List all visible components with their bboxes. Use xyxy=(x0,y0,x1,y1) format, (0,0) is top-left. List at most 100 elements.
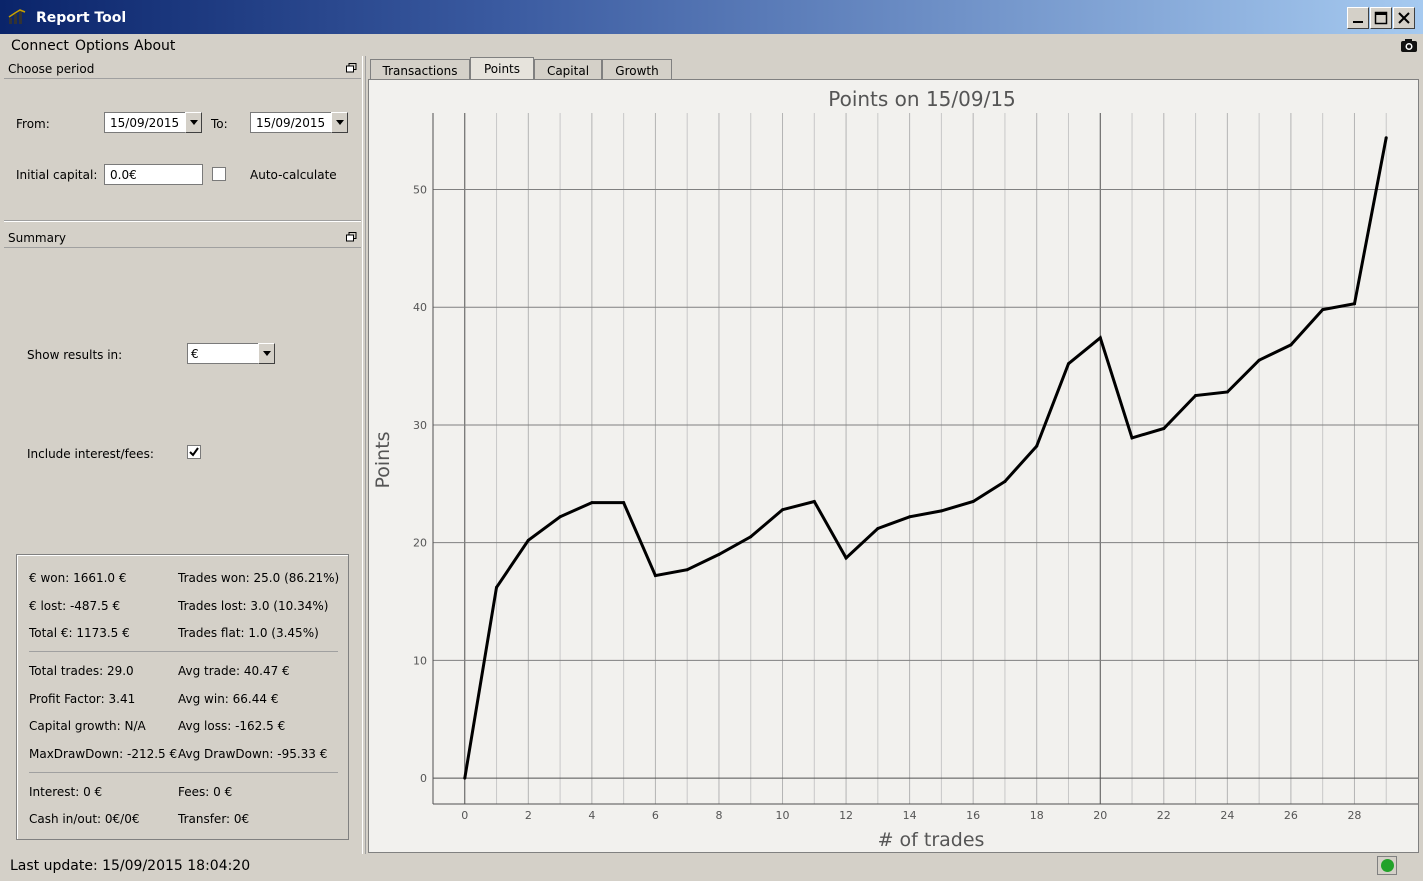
stat-transfer: Transfer: 0€ xyxy=(178,812,250,826)
maximize-button[interactable] xyxy=(1370,7,1392,29)
y-tick-label: 20 xyxy=(413,537,427,550)
title-bar[interactable]: Report Tool xyxy=(0,0,1423,34)
chevron-down-icon[interactable] xyxy=(258,343,275,364)
stat-avg-trade: Avg trade: 40.47 € xyxy=(178,664,290,678)
data-point xyxy=(971,499,975,503)
data-point xyxy=(558,515,562,519)
stats-divider xyxy=(29,772,338,773)
initial-capital-value: 0.0€ xyxy=(110,168,137,182)
x-axis-label: # of trades xyxy=(878,829,985,851)
x-tick-label: 14 xyxy=(903,809,917,822)
tab-points[interactable]: Points xyxy=(470,57,534,81)
data-point xyxy=(781,508,785,512)
y-tick-label: 40 xyxy=(413,301,427,314)
checkmark-icon xyxy=(189,447,199,457)
from-date-combo[interactable]: 15/09/2015 xyxy=(104,112,202,133)
undock-icon[interactable] xyxy=(346,62,357,73)
data-point xyxy=(1035,444,1039,448)
x-tick-label: 10 xyxy=(776,809,790,822)
stat-cash: Cash in/out: 0€/0€ xyxy=(29,812,140,826)
x-tick-label: 6 xyxy=(652,809,659,822)
data-point xyxy=(1257,358,1261,362)
chevron-down-icon[interactable] xyxy=(185,112,202,133)
summary-header: Summary xyxy=(4,228,361,248)
data-point xyxy=(876,527,880,531)
tab-capital[interactable]: Capital xyxy=(534,59,602,80)
data-point xyxy=(1225,390,1229,394)
choose-period-title: Choose period xyxy=(8,62,95,76)
data-point xyxy=(1289,343,1293,347)
x-tick-label: 22 xyxy=(1157,809,1171,822)
stat-total: Total €: 1173.5 € xyxy=(29,626,130,640)
close-button[interactable] xyxy=(1393,7,1415,29)
y-tick-label: 0 xyxy=(420,772,427,785)
from-label: From: xyxy=(16,117,50,131)
stat-capital-growth: Capital growth: N/A xyxy=(29,719,146,733)
connection-status-indicator xyxy=(1377,856,1397,875)
status-dot-icon xyxy=(1380,859,1394,872)
auto-calculate-checkbox[interactable] xyxy=(212,167,226,181)
summary-stats-panel: € won: 1661.0 € Trades won: 25.0 (86.21%… xyxy=(16,554,349,840)
stat-trades-lost: Trades lost: 3.0 (10.34%) xyxy=(178,599,329,613)
y-tick-label: 30 xyxy=(413,419,427,432)
window-title: Report Tool xyxy=(36,10,127,26)
minimize-icon xyxy=(1353,21,1363,23)
initial-capital-label: Initial capital: xyxy=(16,168,98,182)
data-point xyxy=(1066,362,1070,366)
to-date-value: 15/09/2015 xyxy=(256,116,326,130)
from-date-value: 15/09/2015 xyxy=(110,116,180,130)
last-update-text: Last update: 15/09/2015 18:04:20 xyxy=(10,858,251,874)
panel-splitter[interactable] xyxy=(362,56,366,854)
data-point xyxy=(653,574,657,578)
data-point xyxy=(463,776,467,780)
stat-lost: € lost: -487.5 € xyxy=(29,599,121,613)
stat-avg-win: Avg win: 66.44 € xyxy=(178,692,279,706)
stat-max-drawdown: MaxDrawDown: -212.5 € xyxy=(29,747,178,761)
currency-value: € xyxy=(191,347,199,361)
x-tick-label: 16 xyxy=(966,809,980,822)
x-tick-label: 28 xyxy=(1347,809,1361,822)
data-point xyxy=(717,552,721,556)
chevron-down-icon[interactable] xyxy=(331,112,348,133)
menu-about[interactable]: About xyxy=(134,38,175,54)
section-divider xyxy=(4,220,361,222)
data-point xyxy=(939,509,943,513)
auto-calculate-label: Auto-calculate xyxy=(250,168,337,182)
x-tick-label: 20 xyxy=(1093,809,1107,822)
currency-select[interactable]: € xyxy=(187,343,275,364)
undock-icon[interactable] xyxy=(346,231,357,242)
menu-options[interactable]: Options xyxy=(75,38,129,54)
initial-capital-input[interactable]: 0.0€ xyxy=(104,164,203,185)
stat-fees: Fees: 0 € xyxy=(178,785,233,799)
x-tick-label: 4 xyxy=(588,809,595,822)
show-results-label: Show results in: xyxy=(27,348,123,362)
y-tick-label: 50 xyxy=(413,184,427,197)
data-point xyxy=(908,515,912,519)
to-date-combo[interactable]: 15/09/2015 xyxy=(250,112,348,133)
data-point xyxy=(526,538,530,542)
x-tick-label: 18 xyxy=(1030,809,1044,822)
include-interest-checkbox[interactable] xyxy=(187,445,201,459)
series-line-points xyxy=(463,137,1388,779)
x-tick-label: 26 xyxy=(1284,809,1298,822)
data-point xyxy=(1098,336,1102,340)
stat-won: € won: 1661.0 € xyxy=(29,571,127,585)
to-label: To: xyxy=(211,117,228,131)
tab-growth[interactable]: Growth xyxy=(602,59,672,80)
data-point xyxy=(1003,479,1007,483)
data-point xyxy=(812,499,816,503)
maximize-icon xyxy=(1374,11,1388,25)
data-point xyxy=(844,556,848,560)
stat-trades-flat: Trades flat: 1.0 (3.45%) xyxy=(178,626,319,640)
tab-transactions[interactable]: Transactions xyxy=(370,59,470,80)
camera-icon[interactable] xyxy=(1400,37,1418,53)
stat-avg-loss: Avg loss: -162.5 € xyxy=(178,719,286,733)
stats-divider xyxy=(29,651,338,652)
data-point xyxy=(749,535,753,539)
minimize-button[interactable] xyxy=(1347,7,1369,29)
data-point xyxy=(1321,308,1325,312)
x-tick-label: 24 xyxy=(1220,809,1234,822)
x-tick-label: 8 xyxy=(715,809,722,822)
x-tick-label: 0 xyxy=(461,809,468,822)
menu-connect[interactable]: Connect xyxy=(11,38,69,54)
